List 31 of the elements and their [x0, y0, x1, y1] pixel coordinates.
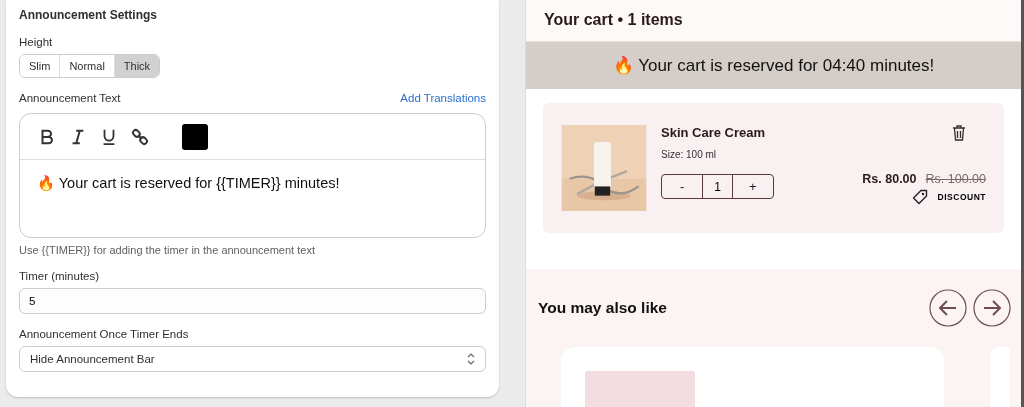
increase-button[interactable]: +: [732, 175, 773, 198]
add-translations-link[interactable]: Add Translations: [400, 92, 486, 104]
sale-price: Rs. 80.00: [862, 172, 917, 186]
arrow-left-icon[interactable]: [929, 289, 967, 327]
field-label: Announcement Text: [19, 92, 121, 104]
product-size: Size: 100 ml: [661, 149, 718, 160]
arrow-right-icon[interactable]: [973, 289, 1011, 327]
original-price: Rs. 100.00: [925, 172, 986, 186]
timer-input[interactable]: 5: [19, 288, 486, 314]
field-label: Timer (minutes): [19, 270, 100, 282]
rich-text-editor[interactable]: 🔥 Your cart is reserved for {{TIMER}} minutes!: [19, 113, 486, 238]
segment-option[interactable]: Slim: [20, 55, 61, 77]
section-title: You may also like: [538, 299, 667, 317]
field-label: Height: [19, 36, 53, 48]
announcement-bar: 🔥 Your cart is reserved for 04:40 minutes!: [526, 41, 1021, 89]
quantity-value: 1: [702, 175, 733, 198]
discount-label: DISCOUNT: [937, 192, 986, 202]
field-label: Announcement Once Timer Ends: [19, 328, 189, 340]
editor-text: 🔥 Your cart is reserved for {{TIMER}} minutes!: [36, 174, 341, 193]
decrease-button[interactable]: -: [662, 175, 703, 198]
section-title: Announcement Settings: [19, 8, 157, 22]
select-field[interactable]: Hide Announcement Bar: [19, 346, 486, 372]
link-icon[interactable]: [131, 127, 149, 146]
cart-title: Your cart • 1 items: [544, 11, 683, 30]
help-text: Use {{TIMER}} for adding the timer in the announcement text: [19, 244, 315, 256]
chevron-up-down-icon: [467, 353, 475, 365]
text-color-swatch[interactable]: [182, 123, 208, 150]
segment-option[interactable]: Thick: [114, 55, 160, 77]
product-name: Skin Care Cream: [661, 125, 767, 140]
trash-icon[interactable]: [952, 125, 966, 141]
tag-icon: [911, 189, 928, 205]
